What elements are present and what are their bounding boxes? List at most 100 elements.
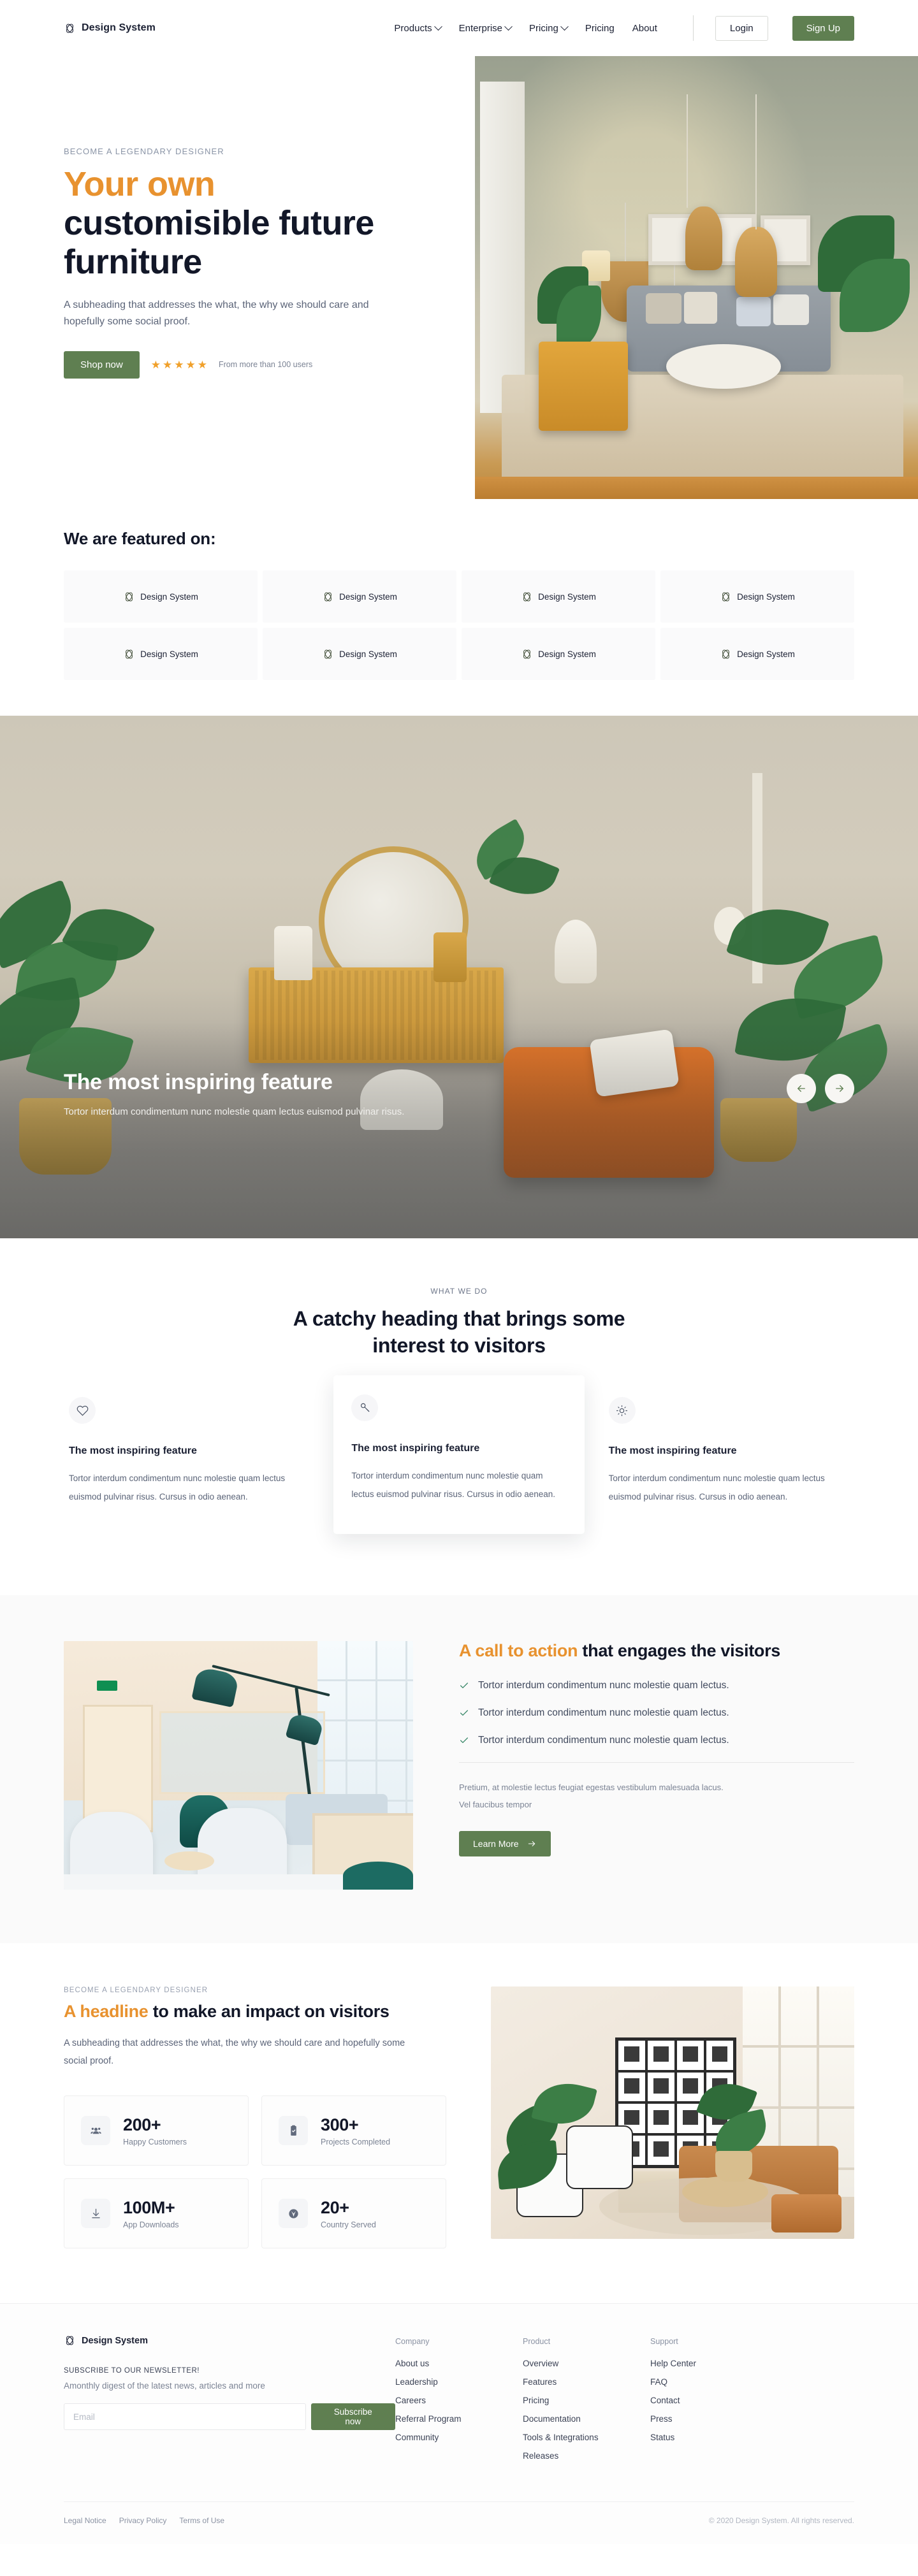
footer-column-support: Support Help Center FAQ Contact Press St… bbox=[650, 2337, 778, 2470]
check-icon bbox=[460, 1682, 468, 1688]
card-body: Tortor interdum condimentum nunc molesti… bbox=[608, 1473, 825, 1501]
chevron-down-icon bbox=[504, 22, 513, 31]
infinity-knot-logo-icon bbox=[126, 592, 133, 601]
footer-link[interactable]: Referral Program bbox=[395, 2414, 523, 2424]
featured-logo-item[interactable]: Design System bbox=[462, 628, 655, 680]
footer-column-title: Product bbox=[523, 2337, 551, 2347]
email-input[interactable] bbox=[64, 2403, 306, 2431]
cta-heading-rest: that engages the visitors bbox=[578, 1640, 781, 1660]
featured-logo-item[interactable]: Design System bbox=[660, 570, 854, 623]
footer-link[interactable]: Tools & Integrations bbox=[523, 2433, 650, 2442]
clipboard-icon bbox=[290, 2125, 296, 2136]
carousel-prev-button[interactable] bbox=[787, 1074, 816, 1103]
stats-heading: A headline to make an impact on visitors bbox=[64, 2002, 446, 2022]
arrow-right-icon bbox=[528, 1841, 535, 1847]
featured-logo-label: Design System bbox=[538, 591, 596, 602]
call-to-action-section: A call to action that engages the visito… bbox=[0, 1595, 918, 1943]
carousel-controls bbox=[787, 1074, 854, 1103]
download-icon bbox=[91, 2208, 100, 2218]
featured-logo-label: Design System bbox=[538, 649, 596, 659]
legal-notice-link[interactable]: Legal Notice bbox=[64, 2516, 106, 2525]
carousel-subtitle: Tortor interdum condimentum nunc molesti… bbox=[64, 1106, 405, 1117]
cta-checklist: Tortor interdum condimentum nunc molesti… bbox=[459, 1680, 854, 1746]
cta-divider bbox=[459, 1762, 854, 1763]
arrow-right-icon bbox=[836, 1085, 843, 1092]
wwd-eyebrow: WHAT WE DO bbox=[430, 1287, 488, 1296]
infinity-knot-logo-icon bbox=[722, 592, 730, 601]
top-navigation: Design System Products Enterprise Pricin… bbox=[0, 0, 918, 56]
footer-link[interactable]: Press bbox=[650, 2414, 778, 2424]
learn-more-label: Learn More bbox=[473, 1839, 519, 1849]
footer-link[interactable]: Contact bbox=[650, 2396, 778, 2405]
nav-item-enterprise[interactable]: Enterprise bbox=[459, 22, 513, 34]
cta-list-item: Tortor interdum condimentum nunc molesti… bbox=[459, 1735, 854, 1746]
cta-heading: A call to action that engages the visito… bbox=[459, 1641, 854, 1661]
infinity-knot-logo-icon bbox=[722, 649, 730, 658]
brand-logo[interactable]: Design System bbox=[64, 22, 156, 34]
cta-heading-accent: A call to action bbox=[459, 1640, 578, 1660]
footer-link[interactable]: About us bbox=[395, 2359, 523, 2368]
footer-link[interactable]: Releases bbox=[523, 2451, 650, 2461]
stat-value: 100M+ bbox=[123, 2197, 175, 2217]
footer-link[interactable]: Community bbox=[395, 2433, 523, 2442]
footer-link[interactable]: Help Center bbox=[650, 2359, 778, 2368]
check-icon bbox=[460, 1737, 468, 1743]
footer-brand[interactable]: Design System bbox=[64, 2334, 395, 2347]
subscribe-button[interactable]: Subscribe now bbox=[310, 2403, 395, 2431]
sun-icon bbox=[616, 1405, 628, 1416]
what-we-do-section: WHAT WE DO A catchy heading that brings … bbox=[0, 1238, 918, 1595]
shop-now-button[interactable]: Shop now bbox=[64, 351, 140, 379]
footer-link[interactable]: Overview bbox=[523, 2359, 650, 2368]
carousel-overlay bbox=[0, 1022, 918, 1238]
featured-logo-item[interactable]: Design System bbox=[660, 628, 854, 680]
feature-cards: The most inspiring feature Tortor interd… bbox=[64, 1375, 854, 1534]
stats-subheading: A subheading that addresses the what, th… bbox=[64, 2037, 405, 2067]
featured-logo-item[interactable]: Design System bbox=[64, 570, 258, 623]
footer-column-product: Product Overview Features Pricing Docume… bbox=[523, 2337, 650, 2470]
rating-text: From more than 100 users bbox=[218, 360, 313, 370]
star-icon: ★ bbox=[174, 358, 184, 371]
privacy-policy-link[interactable]: Privacy Policy bbox=[119, 2516, 167, 2525]
star-icon: ★ bbox=[162, 358, 173, 371]
login-button[interactable]: Login bbox=[715, 15, 768, 41]
stats-copy: BECOME A LEGENDARY DESIGNER A headline t… bbox=[64, 1986, 446, 2249]
card-title: The most inspiring feature bbox=[69, 1445, 197, 1457]
nav-item-products[interactable]: Products bbox=[394, 22, 442, 34]
star-icon: ★ bbox=[186, 358, 196, 371]
hero-subheading: A subheading that addresses the what, th… bbox=[64, 300, 369, 328]
landing-page: Design System Products Enterprise Pricin… bbox=[0, 0, 918, 2545]
footer-link[interactable]: Careers bbox=[395, 2396, 523, 2405]
card-icon-wrap bbox=[69, 1397, 96, 1424]
nav-item-about[interactable]: About bbox=[632, 23, 657, 34]
infinity-knot-logo-icon bbox=[66, 23, 73, 33]
featured-logo-item[interactable]: Design System bbox=[263, 570, 456, 623]
signup-button[interactable]: Sign Up bbox=[792, 15, 854, 41]
featured-logo-label: Design System bbox=[339, 649, 397, 659]
featured-logo-item[interactable]: Design System bbox=[263, 628, 456, 680]
footer-link[interactable]: Documentation bbox=[523, 2414, 650, 2424]
footer-link[interactable]: Status bbox=[650, 2433, 778, 2442]
nav-item-label: Pricing bbox=[585, 22, 615, 34]
featured-logo-item[interactable]: Design System bbox=[64, 628, 258, 680]
footer-link[interactable]: FAQ bbox=[650, 2377, 778, 2387]
featured-logo-item[interactable]: Design System bbox=[462, 570, 655, 623]
learn-more-button[interactable]: Learn More bbox=[459, 1831, 551, 1857]
card-body: Tortor interdum condimentum nunc molesti… bbox=[69, 1473, 286, 1501]
footer-column-company: Company About us Leadership Careers Refe… bbox=[395, 2337, 523, 2470]
newsletter-title: SUBSCRIBE TO OUR NEWSLETTER! bbox=[64, 2367, 200, 2375]
hero-section: Design System Products Enterprise Pricin… bbox=[0, 0, 918, 503]
stat-card: 200+ Happy Customers bbox=[64, 2095, 249, 2166]
nav-links: Products Enterprise Pricing Pricing Abou… bbox=[394, 15, 854, 41]
footer-link[interactable]: Leadership bbox=[395, 2377, 523, 2387]
stat-value: 20+ bbox=[321, 2197, 349, 2217]
carousel-next-button[interactable] bbox=[825, 1074, 854, 1103]
hero-copy: BECOME A LEGENDARY DESIGNER Your own cus… bbox=[64, 147, 433, 379]
featured-heading: We are featured on: bbox=[64, 529, 216, 548]
nav-item-pricing-2[interactable]: Pricing bbox=[585, 23, 615, 34]
footer-link[interactable]: Pricing bbox=[523, 2396, 650, 2405]
nav-item-pricing[interactable]: Pricing bbox=[529, 22, 569, 34]
stat-card: 300+ Projects Completed bbox=[261, 2095, 446, 2166]
terms-of-use-link[interactable]: Terms of Use bbox=[179, 2516, 224, 2525]
footer-link[interactable]: Features bbox=[523, 2377, 650, 2387]
cta-list-item: Tortor interdum condimentum nunc molesti… bbox=[459, 1707, 854, 1719]
